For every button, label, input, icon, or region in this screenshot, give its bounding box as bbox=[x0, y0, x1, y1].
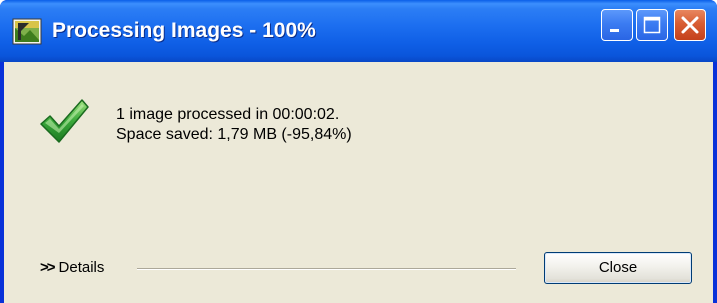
app-icon bbox=[12, 18, 42, 45]
divider-line bbox=[137, 268, 516, 270]
title-bar[interactable]: Processing Images - 100% bbox=[0, 0, 717, 62]
checkmark-icon bbox=[38, 98, 90, 146]
double-chevron-right-icon: >> bbox=[40, 259, 55, 276]
details-toggle[interactable]: >> Details bbox=[40, 258, 104, 278]
window-title: Processing Images - 100% bbox=[52, 19, 316, 42]
dialog-body: 1 image processed in 00:00:02. Space sav… bbox=[4, 62, 713, 303]
minimize-icon bbox=[610, 29, 619, 32]
maximize-icon bbox=[643, 16, 661, 34]
details-label: Details bbox=[58, 259, 105, 276]
close-button[interactable]: Close bbox=[544, 252, 692, 284]
processing-images-window: Processing Images - 100% 1 image process… bbox=[0, 0, 717, 303]
summary-text: 1 image processed in 00:00:02. bbox=[116, 106, 340, 123]
maximize-button[interactable] bbox=[636, 9, 668, 41]
space-saved-text: Space saved: 1,79 MB (-95,84%) bbox=[116, 126, 352, 143]
minimize-button[interactable] bbox=[601, 9, 633, 41]
close-icon bbox=[681, 16, 699, 34]
close-window-button[interactable] bbox=[674, 9, 706, 41]
